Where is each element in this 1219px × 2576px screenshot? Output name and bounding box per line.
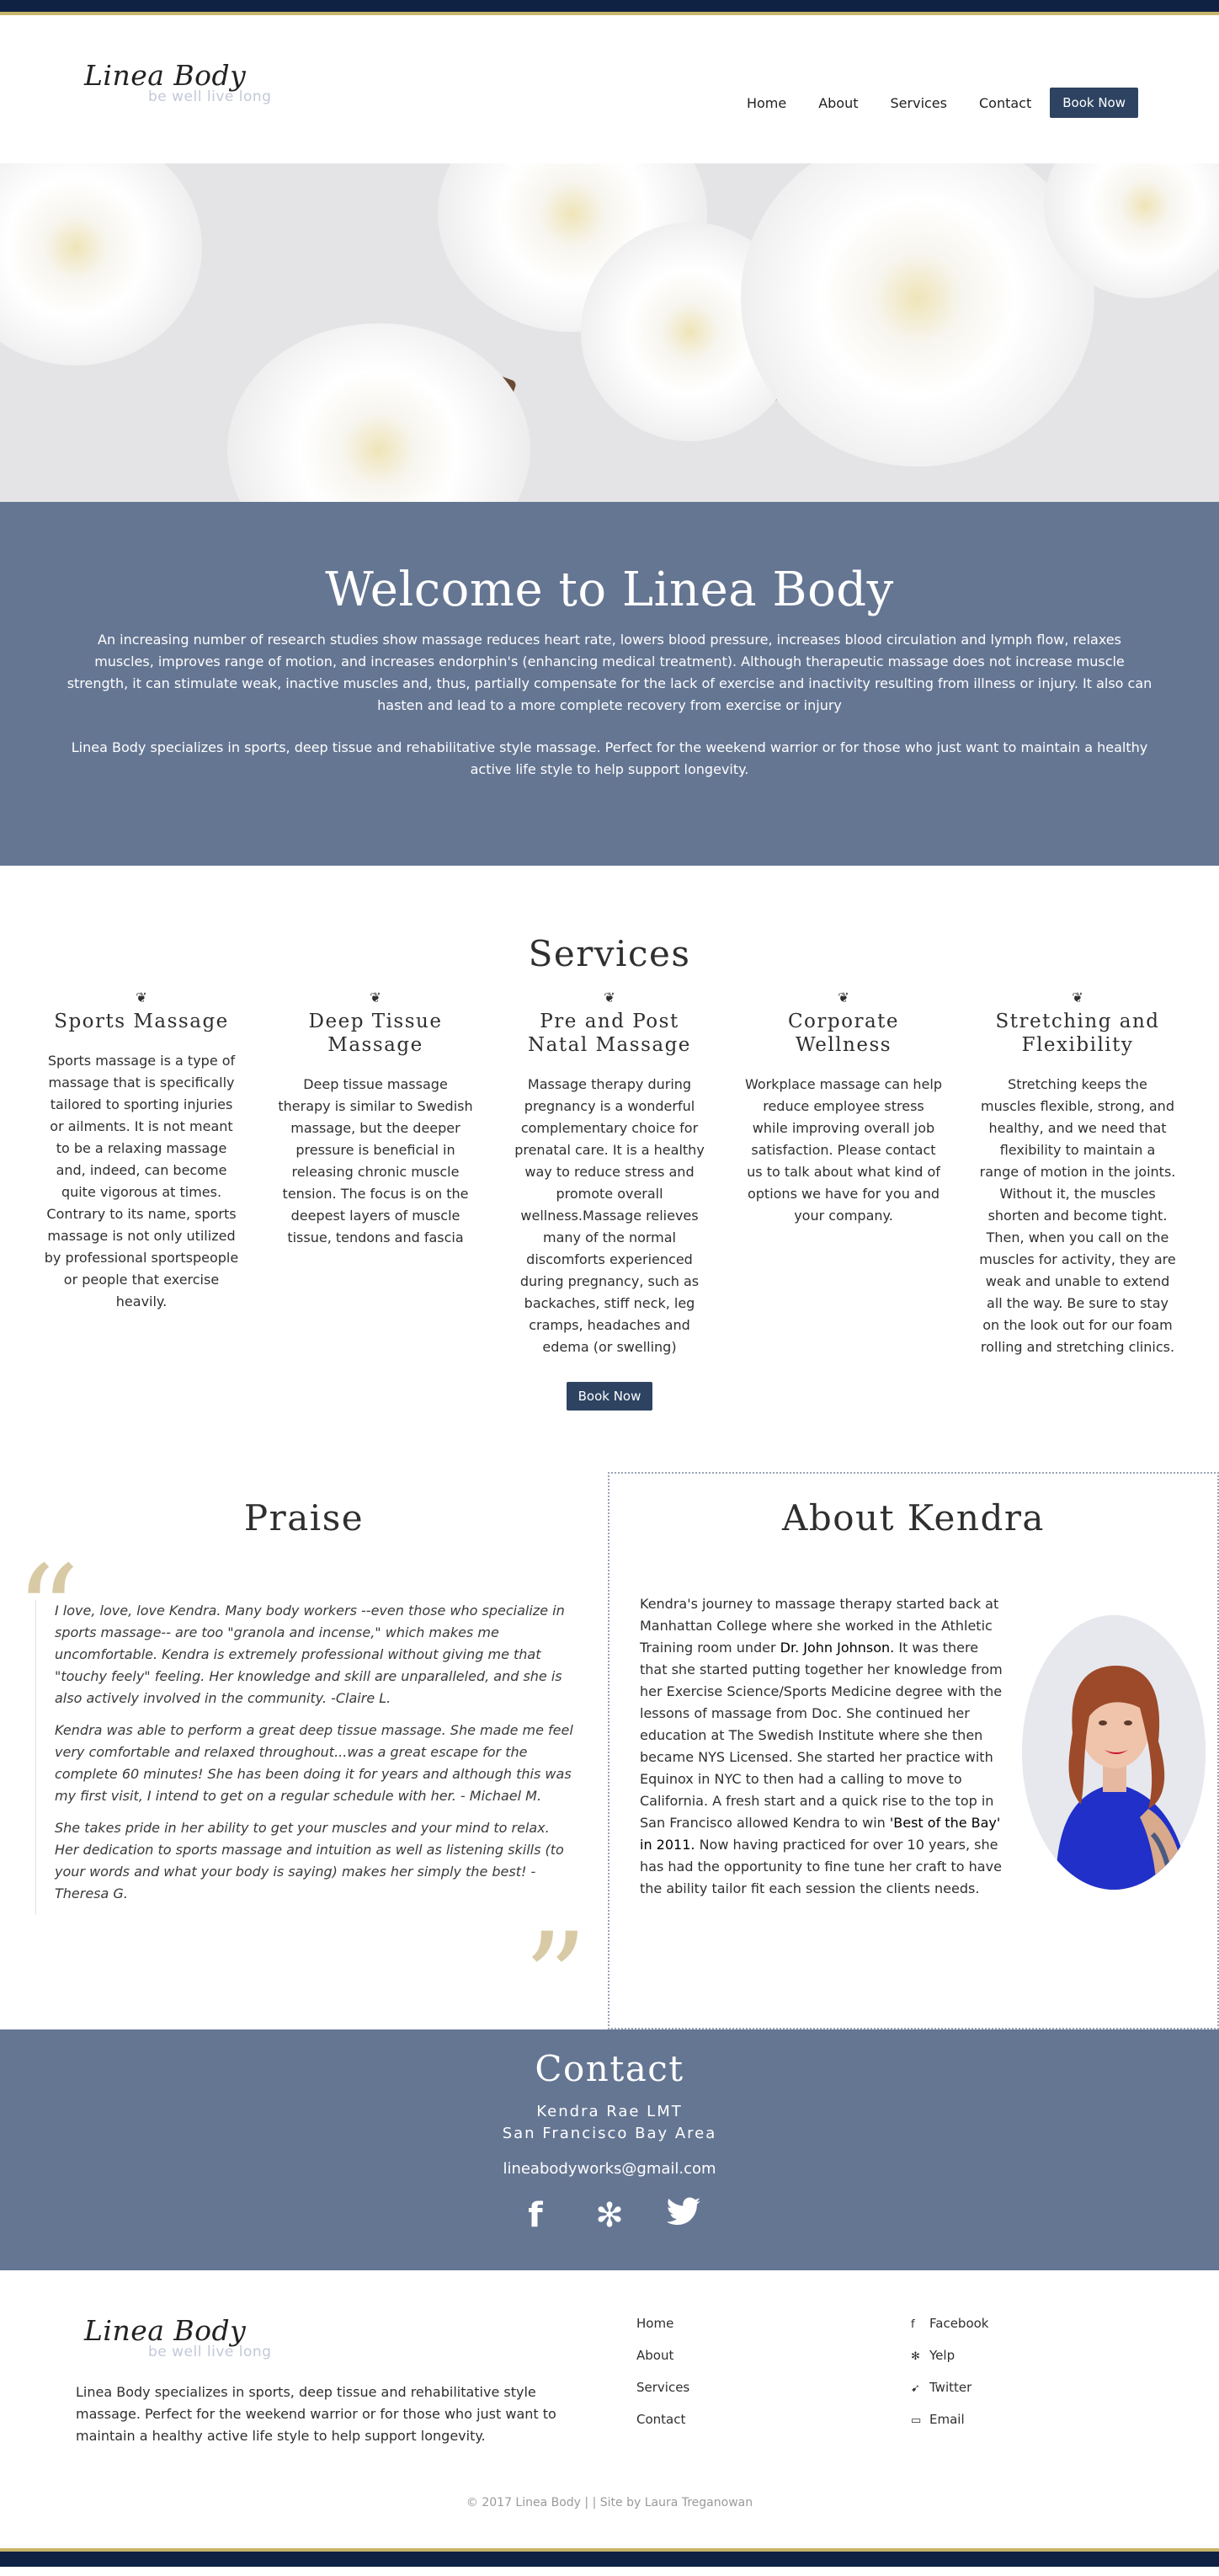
about-panel: About Kendra Kendra's journey to massage… (608, 1472, 1219, 2029)
service-card: ❦ Deep Tissue Massage Deep tissue massag… (276, 989, 475, 1358)
twitter-icon[interactable] (664, 2196, 703, 2235)
footer-yelp-link[interactable]: ✻ Yelp (911, 2348, 988, 2380)
about-bio: Kendra's journey to massage therapy star… (640, 1593, 1005, 1900)
footer-twitter-link[interactable]: ➹ Twitter (911, 2380, 988, 2412)
nav-home[interactable]: Home (747, 95, 786, 111)
footer-link-home[interactable]: Home (636, 2316, 689, 2348)
footer-link-about[interactable]: About (636, 2348, 689, 2380)
leaf-icon: ❦ (604, 989, 615, 1005)
site-footer: Linea Body be well live long Linea Body … (0, 2270, 1219, 2548)
service-card: ❦ Pre and Post Natal Massage Massage the… (510, 989, 709, 1358)
twitter-icon: ➹ (911, 2382, 920, 2395)
services-section: Services ❦ Sports Massage Sports massage… (0, 866, 1219, 1472)
contact-email-link[interactable]: lineabodyworks@gmail.com (0, 2160, 1219, 2178)
testimonial: I love, love, love Kendra. Many body wor… (55, 1603, 565, 1706)
service-card: ❦ Corporate Wellness Workplace massage c… (744, 989, 943, 1358)
nav-contact[interactable]: Contact (979, 95, 1031, 111)
leaf-icon: ❦ (370, 989, 381, 1005)
service-title: Stretching and Flexibility (995, 1011, 1160, 1056)
contact-title: Contact (535, 2048, 684, 2089)
site-header: Linea Body be well live long Home About … (0, 15, 1219, 163)
services-list: ❦ Sports Massage Sports massage is a typ… (0, 989, 1219, 1358)
top-accent-bar (0, 0, 1219, 15)
footer-social-label: Facebook (929, 2316, 989, 2331)
service-title: Corporate Wellness (787, 1011, 900, 1056)
footer-facebook-link[interactable]: f Facebook (911, 2316, 988, 2348)
testimonials-list: I love, love, love Kendra. Many body wor… (35, 1600, 576, 1915)
service-description: Stretching keeps the muscles flexible, s… (979, 1076, 1176, 1355)
praise-panel: Praise “ I love, love, love Kendra. Many… (0, 1472, 608, 2043)
contact-area: San Francisco Bay Area (502, 2125, 717, 2142)
kendra-portrait (1022, 1615, 1206, 1890)
testimonial: She takes pride in her ability to get yo… (55, 1820, 564, 1901)
welcome-section: Welcome to Linea Body An increasing numb… (0, 502, 1219, 866)
about-title: About Kendra (782, 1497, 1045, 1539)
service-title: Pre and Post Natal Massage (528, 1011, 691, 1056)
service-description: Massage therapy during pregnancy is a wo… (514, 1076, 705, 1355)
bio-text: It was there that she started putting to… (640, 1640, 1003, 1831)
logo-tagline: be well live long (148, 2344, 272, 2360)
service-card: ❦ Stretching and Flexibility Stretching … (978, 989, 1177, 1358)
welcome-title: Welcome to Linea Body (325, 563, 894, 617)
footer-nav: Home About Services Contact (636, 2316, 689, 2444)
yelp-icon: ✻ (911, 2350, 920, 2363)
leaf-icon: ❦ (136, 989, 147, 1005)
footer-logo[interactable]: Linea Body be well live long (84, 2314, 278, 2390)
hero-image (0, 163, 1219, 502)
logo-name: Linea Body (84, 59, 247, 92)
close-quote-icon: ” (523, 1907, 588, 2053)
service-description: Sports massage is a type of massage that… (44, 1053, 239, 1309)
facebook-icon[interactable]: f (516, 2196, 555, 2235)
praise-title: Praise (243, 1497, 365, 1539)
welcome-paragraph-1: An increasing number of research studies… (67, 632, 1152, 713)
contact-section: Contact Kendra Rae LMT San Francisco Bay… (0, 2029, 1219, 2270)
footer-social-label: Twitter (929, 2380, 972, 2395)
service-card: ❦ Sports Massage Sports massage is a typ… (42, 989, 241, 1358)
footer-social: f Facebook ✻ Yelp ➹ Twitter ▭ Email (911, 2316, 988, 2444)
testimonial: Kendra was able to perform a great deep … (55, 1722, 573, 1804)
footer-description: Linea Body specializes in sports, deep t… (76, 2384, 556, 2444)
service-description: Workplace massage can help reduce employ… (744, 1076, 942, 1224)
contact-social-icons: f ✻ (0, 2196, 1219, 2235)
laptop-icon: ▭ (911, 2414, 922, 2427)
service-title: Deep Tissue Massage (308, 1011, 443, 1056)
leaf-icon: ❦ (838, 989, 849, 1005)
services-title: Services (528, 933, 691, 974)
facebook-icon: f (911, 2318, 915, 2331)
bio-highlight: Dr. John Johnson. (780, 1640, 895, 1656)
footer-social-label: Yelp (929, 2348, 956, 2363)
bottom-accent-bar (0, 2548, 1219, 2567)
yelp-icon[interactable]: ✻ (590, 2196, 629, 2235)
nav-services[interactable]: Services (891, 95, 947, 111)
main-nav: Home About Services Contact Book Now (715, 88, 1138, 118)
footer-social-label: Email (929, 2412, 965, 2427)
service-title: Sports Massage (54, 1011, 229, 1032)
footer-link-contact[interactable]: Contact (636, 2412, 689, 2444)
welcome-paragraph-2: Linea Body specializes in sports, deep t… (71, 739, 1148, 777)
footer-link-services[interactable]: Services (636, 2380, 689, 2412)
service-description: Deep tissue massage therapy is similar t… (278, 1076, 473, 1245)
services-book-now-button[interactable]: Book Now (566, 1382, 653, 1411)
bio-text: Now having practiced for over 10 years, … (640, 1837, 1002, 1896)
logo-tagline: be well live long (148, 88, 272, 105)
leaf-icon: ❦ (1072, 989, 1083, 1005)
contact-name: Kendra Rae LMT (536, 2103, 683, 2120)
logo-name: Linea Body (84, 2314, 247, 2347)
footer-email-link[interactable]: ▭ Email (911, 2412, 988, 2444)
nav-about[interactable]: About (818, 95, 858, 111)
book-now-button[interactable]: Book Now (1050, 88, 1138, 118)
praise-about-section: Praise “ I love, love, love Kendra. Many… (0, 1472, 1219, 2043)
site-logo[interactable]: Linea Body be well live long (84, 59, 278, 135)
copyright: © 2017 Linea Body | | Site by Laura Treg… (466, 2496, 753, 2509)
